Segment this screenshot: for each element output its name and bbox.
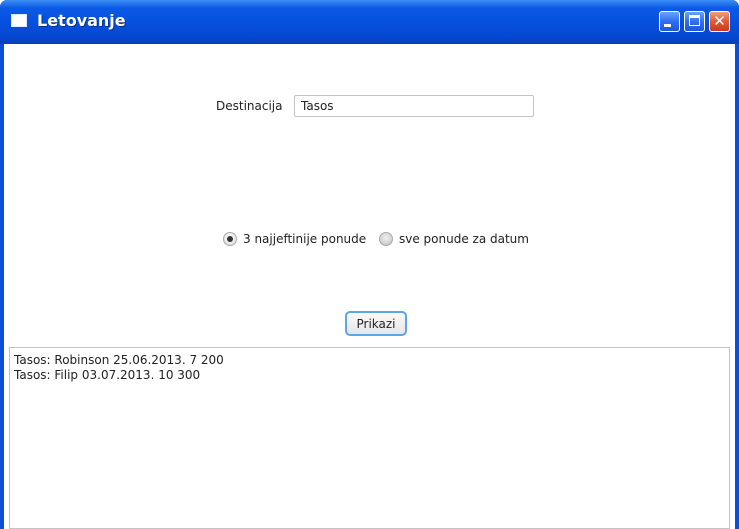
destination-input[interactable]: [294, 95, 534, 117]
window-content: Destinacija 3 najjeftinije ponude sve po…: [4, 44, 735, 529]
show-button[interactable]: Prikazi: [345, 311, 407, 336]
destination-label: Destinacija: [216, 99, 283, 113]
results-textarea[interactable]: Tasos: Robinson 25.06.2013. 7 200 Tasos:…: [9, 347, 730, 529]
close-button[interactable]: ✕: [709, 11, 730, 32]
result-line: Tasos: Filip 03.07.2013. 10 300: [14, 368, 201, 382]
window-icon: [11, 14, 27, 27]
result-line: Tasos: Robinson 25.06.2013. 7 200: [14, 353, 224, 367]
window-title: Letovanje: [37, 11, 126, 30]
radio-cheapest-offers[interactable]: [223, 232, 237, 246]
radio-all-offers-by-date[interactable]: [379, 232, 393, 246]
minimize-button[interactable]: [659, 11, 680, 32]
maximize-icon: [689, 15, 700, 26]
title-bar[interactable]: Letovanje ✕: [0, 0, 739, 44]
maximize-button[interactable]: [684, 11, 705, 32]
app-window: Letovanje ✕ Destinacija 3 najjeftinije p…: [0, 0, 739, 529]
close-icon: ✕: [713, 12, 726, 30]
radio-all-offers-by-date-label[interactable]: sve ponude za datum: [399, 231, 529, 247]
minimize-icon: [664, 24, 671, 27]
radio-cheapest-offers-label[interactable]: 3 najjeftinije ponude: [243, 231, 366, 247]
